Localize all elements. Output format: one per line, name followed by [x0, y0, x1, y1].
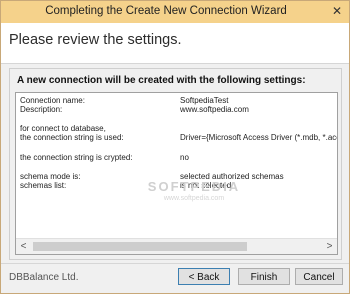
setting-label: for connect to database, — [20, 124, 106, 133]
setting-label: Description: — [20, 105, 63, 114]
wizard-window: Completing the Create New Connection Wiz… — [0, 0, 350, 294]
header-panel: Please review the settings. — [1, 23, 349, 64]
finish-button[interactable]: Finish — [238, 268, 290, 285]
cancel-button[interactable]: Cancel — [295, 268, 343, 285]
setting-value: Driver={Microsoft Access Driver (*.mdb, … — [180, 133, 338, 142]
setting-label: the connection string is used: — [20, 133, 124, 142]
title-bar[interactable]: Completing the Create New Connection Wiz… — [1, 1, 349, 23]
page-title: Please review the settings. — [9, 32, 182, 48]
footer-divider — [1, 263, 349, 264]
setting-row-schemas-list: schemas list: is not selected — [20, 181, 231, 191]
setting-row-connection-string: the connection string is used: Driver={M… — [20, 133, 337, 143]
setting-label: schemas list: — [20, 181, 67, 190]
settings-listbox[interactable]: Connection name: SoftpediaTest Descripti… — [15, 92, 338, 255]
setting-label: the connection string is crypted: — [20, 153, 133, 162]
setting-value: www.softpedia.com — [180, 105, 249, 114]
setting-row-description: Description: www.softpedia.com — [20, 105, 249, 115]
watermark-logo: SOFTPEDIA — [147, 179, 241, 194]
watermark-url: www.softpedia.com — [163, 195, 225, 202]
setting-row-crypted: the connection string is crypted: no — [20, 153, 189, 163]
company-label: DBBalance Ltd. — [9, 272, 79, 283]
window-title: Completing the Create New Connection Wiz… — [45, 5, 287, 17]
close-icon[interactable]: ✕ — [330, 4, 344, 18]
setting-value: no — [180, 153, 189, 162]
scroll-left-icon[interactable]: < — [16, 239, 31, 254]
group-title: A new connection will be created with th… — [17, 75, 306, 86]
setting-label: schema mode is: — [20, 172, 81, 181]
settings-text: Connection name: SoftpediaTest Descripti… — [20, 96, 337, 230]
setting-label: Connection name: — [20, 96, 85, 105]
back-button[interactable]: < Back — [178, 268, 230, 285]
horizontal-scrollbar[interactable]: < > — [16, 238, 337, 254]
scroll-thumb[interactable] — [33, 242, 247, 251]
settings-group: A new connection will be created with th… — [9, 68, 342, 260]
scroll-right-icon[interactable]: > — [322, 239, 337, 254]
